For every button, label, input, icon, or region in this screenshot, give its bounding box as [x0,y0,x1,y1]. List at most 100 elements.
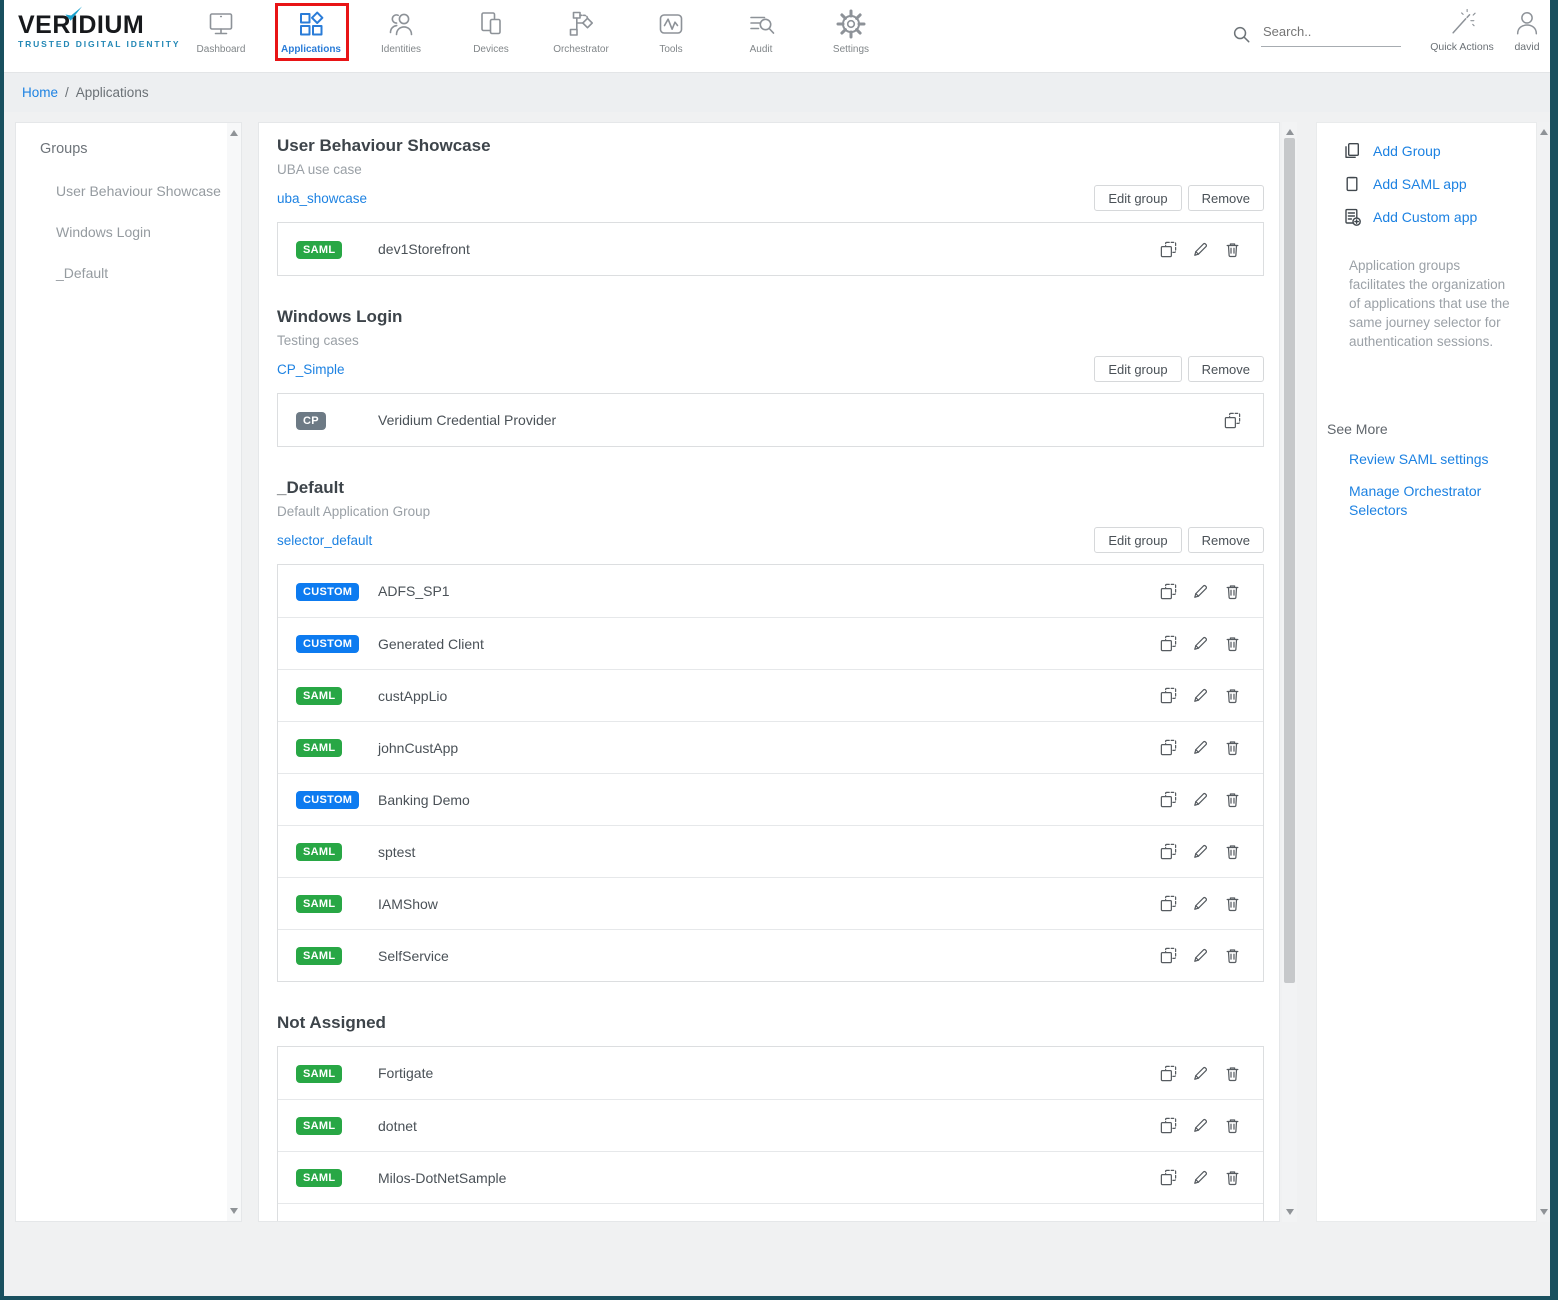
search-icon [1232,25,1251,44]
scroll-down-arrow[interactable] [1286,1209,1294,1215]
edit-icon[interactable] [1192,635,1209,652]
copy-icon[interactable] [1160,1117,1177,1134]
sidebar-item-windows-login[interactable]: Windows Login [56,225,241,239]
edit-icon[interactable] [1192,843,1209,860]
application-row: SAML johnCustApp [278,721,1263,773]
nav-item-identities[interactable]: Identities [356,0,446,73]
see-more-link-review-saml-settings[interactable]: Review SAML settings [1349,450,1506,469]
delete-icon[interactable] [1224,687,1241,704]
scroll-down-arrow[interactable] [230,1208,238,1214]
window-frame-left [0,0,4,1300]
nav-item-settings[interactable]: Settings [806,0,896,73]
edit-group-button[interactable]: Edit group [1094,356,1181,382]
action-label: Add Group [1373,143,1441,159]
delete-icon[interactable] [1224,791,1241,808]
copy-icon[interactable] [1160,791,1177,808]
add-custom-app-button[interactable]: Add Custom app [1343,208,1536,226]
app-name: DESKTOPFACE [378,1222,481,1223]
edit-icon[interactable] [1192,895,1209,912]
group-section-default: _Default Default Application Group selec… [277,477,1264,982]
copy-icon[interactable] [1224,412,1241,429]
copy-icon[interactable] [1160,1169,1177,1186]
delete-icon[interactable] [1224,739,1241,756]
scrollbar-thumb[interactable] [1284,138,1295,983]
app-type-badge: SAML [296,739,342,757]
main-scrollbar[interactable] [1282,122,1297,1222]
group-selector-link[interactable]: CP_Simple [277,362,345,377]
dashboard-icon [206,9,236,39]
delete-icon[interactable] [1224,947,1241,964]
delete-icon[interactable] [1224,895,1241,912]
scroll-up-arrow[interactable] [1540,129,1548,135]
edit-icon[interactable] [1192,739,1209,756]
group-section-user-behaviour-showcase: User Behaviour Showcase UBA use case uba… [277,135,1264,276]
app-name: dotnet [378,1118,417,1134]
edit-icon[interactable] [1192,1117,1209,1134]
edit-icon[interactable] [1192,583,1209,600]
copy-icon[interactable] [1160,947,1177,964]
sidebar-item-default[interactable]: _Default [56,266,241,280]
edit-icon[interactable] [1192,1169,1209,1186]
add-group-button[interactable]: Add Group [1343,142,1536,160]
devices-icon [476,9,506,39]
see-more-header: See More [1327,421,1536,437]
app-type-badge: CUSTOM [296,583,359,601]
app-type-badge: SAML [296,1169,342,1187]
application-row: SAML IAMShow [278,877,1263,929]
application-row: SAML dev1Storefront [278,223,1263,275]
search-input[interactable] [1261,22,1401,47]
copy-icon[interactable] [1160,635,1177,652]
edit-group-button[interactable]: Edit group [1094,527,1181,553]
delete-icon[interactable] [1224,635,1241,652]
copy-icon[interactable] [1160,687,1177,704]
edit-icon[interactable] [1192,791,1209,808]
scroll-up-arrow[interactable] [1286,129,1294,135]
delete-icon[interactable] [1224,843,1241,860]
page-scrollbar[interactable] [1537,122,1550,1222]
nav-item-tools[interactable]: Tools [626,0,716,73]
group-selector-link[interactable]: selector_default [277,533,372,548]
see-more-link-manage-orchestrator-selectors[interactable]: Manage Orchestrator Selectors [1349,482,1506,520]
copy-icon[interactable] [1160,583,1177,600]
edit-icon[interactable] [1192,947,1209,964]
app-name: ADFS_SP1 [378,583,450,599]
copy-icon[interactable] [1160,739,1177,756]
user-menu-button[interactable]: david [1501,9,1553,53]
copy-icon[interactable] [1160,1221,1177,1222]
delete-icon[interactable] [1224,1221,1241,1222]
copy-icon[interactable] [1160,241,1177,258]
edit-icon[interactable] [1192,1221,1209,1222]
copy-icon[interactable] [1160,843,1177,860]
edit-icon[interactable] [1192,241,1209,258]
copy-icon[interactable] [1160,1065,1177,1082]
nav-item-label: Orchestrator [553,44,609,55]
delete-icon[interactable] [1224,583,1241,600]
edit-group-button[interactable]: Edit group [1094,185,1181,211]
remove-group-button[interactable]: Remove [1188,356,1264,382]
delete-icon[interactable] [1224,1117,1241,1134]
edit-icon[interactable] [1192,1065,1209,1082]
delete-icon[interactable] [1224,1065,1241,1082]
nav-item-dashboard[interactable]: Dashboard [176,0,266,73]
quick-actions-button[interactable]: Quick Actions [1422,9,1502,53]
scroll-up-arrow[interactable] [230,130,238,136]
check-icon [64,6,83,22]
application-row: SAML custAppLio [278,669,1263,721]
copy-icon[interactable] [1160,895,1177,912]
sidebar-scrollbar[interactable] [227,123,241,1221]
delete-icon[interactable] [1224,1169,1241,1186]
nav-item-audit[interactable]: Audit [716,0,806,73]
delete-icon[interactable] [1224,241,1241,258]
breadcrumb-home-link[interactable]: Home [22,85,58,100]
sidebar-item-user-behaviour-showcase[interactable]: User Behaviour Showcase [56,184,241,198]
group-selector-link[interactable]: uba_showcase [277,191,367,206]
app-type-badge: CUSTOM [296,635,359,653]
remove-group-button[interactable]: Remove [1188,527,1264,553]
add-saml-app-button[interactable]: Add SAML app [1343,175,1536,193]
remove-group-button[interactable]: Remove [1188,185,1264,211]
edit-icon[interactable] [1192,687,1209,704]
nav-item-devices[interactable]: Devices [446,0,536,73]
group-subtitle: UBA use case [277,161,1264,179]
scroll-down-arrow[interactable] [1540,1209,1548,1215]
nav-item-orchestrator[interactable]: Orchestrator [536,0,626,73]
